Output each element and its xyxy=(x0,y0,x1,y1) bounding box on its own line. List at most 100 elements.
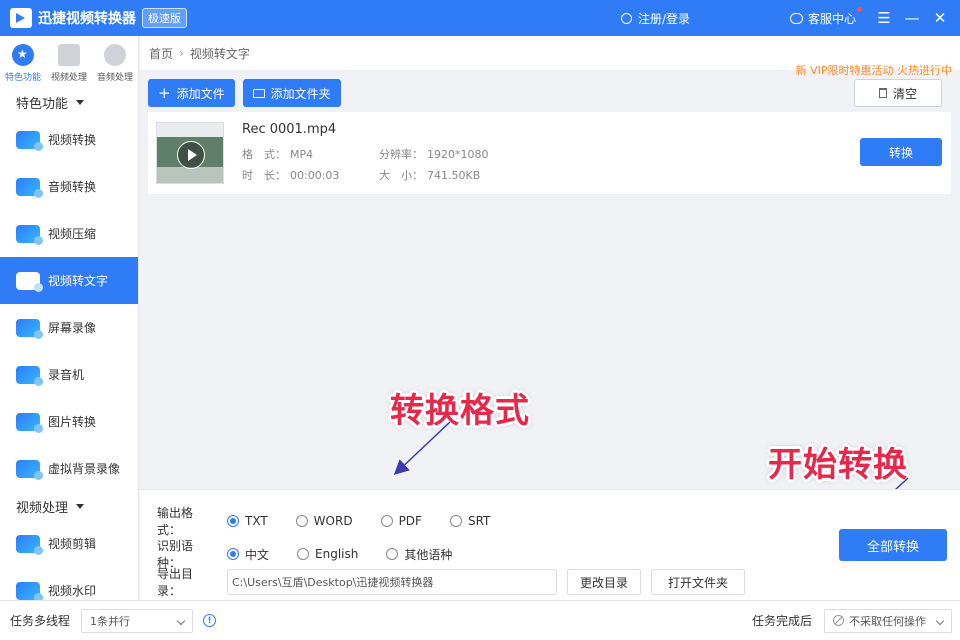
video-watermark-icon xyxy=(16,581,43,600)
radio-label: 其他语种 xyxy=(404,547,453,562)
menu-icon[interactable]: ☰ xyxy=(872,6,896,30)
open-folder-button[interactable]: 打开文件夹 xyxy=(651,569,746,595)
convert-all-button[interactable]: 全部转换 xyxy=(839,529,947,561)
nav-label: 视频剪辑 xyxy=(48,537,97,551)
radio-label: WORD xyxy=(313,514,353,528)
service-center-button[interactable]: 客服中心 xyxy=(789,6,862,27)
video-compress-icon xyxy=(16,224,43,245)
convert-button[interactable]: 转换 xyxy=(860,138,942,166)
size-value: 741.50KB xyxy=(427,169,481,182)
annotation-convert-format: 转换格式 xyxy=(390,391,530,431)
video-to-text-icon xyxy=(16,271,43,292)
folder-icon xyxy=(252,88,265,98)
disc-icon xyxy=(104,44,126,66)
nav-item-recorder[interactable]: 录音机 xyxy=(0,351,138,398)
file-format: 格 式： MP4 xyxy=(242,146,313,162)
edition-badge: 极速版 xyxy=(142,8,187,28)
trash-icon xyxy=(878,88,887,98)
chevron-down-icon xyxy=(176,616,186,625)
nav-item-virtual-bg[interactable]: 虚拟背景录像 xyxy=(0,445,138,492)
play-icon[interactable] xyxy=(177,141,205,169)
section-video-processing[interactable]: 视频处理 xyxy=(0,492,138,520)
threads-label: 任务多线程 xyxy=(10,614,71,628)
export-dir-field[interactable]: C:\Users\互盾\Desktop\迅捷视频转换器 xyxy=(227,569,557,595)
tab-video-label: 视频处理 xyxy=(50,73,87,83)
nav-item-audio-convert[interactable]: 音频转换 xyxy=(0,163,138,210)
add-folder-label: 添加文件夹 xyxy=(270,86,331,101)
change-dir-button[interactable]: 更改目录 xyxy=(567,569,642,595)
language-radio-chinese[interactable]: 中文 xyxy=(227,546,269,563)
threads-value: 1条并行 xyxy=(90,614,131,628)
info-icon[interactable]: ! xyxy=(203,614,217,627)
film-icon xyxy=(58,44,80,66)
nav-label: 视频转文字 xyxy=(48,274,109,288)
close-icon[interactable]: ✕ xyxy=(928,6,952,30)
format-value: MP4 xyxy=(290,148,314,161)
file-resolution: 分辨率： 1920*1080 xyxy=(379,146,489,162)
virtual-bg-icon xyxy=(16,459,43,480)
radio-icon xyxy=(449,515,462,527)
caret-down-icon xyxy=(76,99,85,105)
resolution-value: 1920*1080 xyxy=(427,148,489,161)
duration-value: 00:00:03 xyxy=(290,169,340,182)
nav-item-image-convert[interactable]: 图片转换 xyxy=(0,398,138,445)
nav-item-video-watermark[interactable]: 视频水印 xyxy=(0,567,138,600)
add-folder-button[interactable]: 添加文件夹 xyxy=(242,79,341,107)
breadcrumb-current: 视频转文字 xyxy=(189,46,250,61)
login-button[interactable]: 注册/登录 xyxy=(620,10,690,27)
file-size: 大 小： 741.50KB xyxy=(379,167,480,183)
login-label: 注册/登录 xyxy=(637,11,690,26)
breadcrumb-home[interactable]: 首页 xyxy=(149,45,173,62)
tab-featured[interactable]: 特色功能 xyxy=(0,44,46,88)
app-logo-icon xyxy=(10,8,32,28)
section-featured[interactable]: 特色功能 xyxy=(0,88,138,116)
threads-select[interactable]: 1条并行 xyxy=(81,608,194,633)
nav-item-video-to-text[interactable]: 视频转文字 xyxy=(0,257,138,304)
after-task-select[interactable]: 不采取任何操作 xyxy=(824,608,952,633)
nav-item-video-compress[interactable]: 视频压缩 xyxy=(0,210,138,257)
plus-icon: + xyxy=(158,84,171,102)
nav-item-video-convert[interactable]: 视频转换 xyxy=(0,116,138,163)
video-thumbnail[interactable] xyxy=(156,122,224,184)
category-tabs: 特色功能 视频处理 音频处理 xyxy=(0,36,138,88)
export-dir-row: 导出目录： C:\Users\互盾\Desktop\迅捷视频转换器 更改目录 打… xyxy=(157,565,746,599)
section-featured-label: 特色功能 xyxy=(16,96,69,112)
minimize-icon[interactable]: — xyxy=(900,6,924,30)
language-radio-english[interactable]: English xyxy=(297,547,358,561)
radio-icon xyxy=(227,548,239,560)
video-edit-icon xyxy=(16,534,43,555)
title-bar: 迅捷视频转换器 极速版 注册/登录 客服中心 ☰ — ✕ xyxy=(0,0,960,36)
add-file-button[interactable]: + 添加文件 xyxy=(148,79,235,107)
nav-label: 虚拟背景录像 xyxy=(48,462,121,476)
promo-banner[interactable]: 新 VIP限时特惠活动 火热进行中 xyxy=(796,62,952,78)
after-task-label: 任务完成后 xyxy=(751,614,812,628)
nav-label: 音频转换 xyxy=(48,180,97,194)
chevron-down-icon xyxy=(935,616,945,625)
format-radio-word[interactable]: WORD xyxy=(295,514,353,528)
radio-icon xyxy=(295,515,308,527)
tab-audio-processing[interactable]: 音频处理 xyxy=(92,44,138,88)
tab-video-processing[interactable]: 视频处理 xyxy=(46,44,92,88)
service-label: 客服中心 xyxy=(807,11,856,26)
annotation-start-convert: 开始转换 xyxy=(768,445,908,485)
screen-record-icon xyxy=(16,318,43,339)
audio-convert-icon xyxy=(16,177,43,198)
nav-item-video-edit[interactable]: 视频剪辑 xyxy=(0,520,138,567)
section-video-label: 视频处理 xyxy=(16,500,69,516)
clear-label: 清空 xyxy=(892,86,917,101)
format-radio-srt[interactable]: SRT xyxy=(449,514,490,528)
chat-icon xyxy=(789,12,803,24)
left-nav: 特色功能 视频处理 音频处理 特色功能 视频转换 音频转换 视频压缩 视频转文字… xyxy=(0,36,139,600)
language-radio-other[interactable]: 其他语种 xyxy=(386,546,452,563)
user-icon xyxy=(620,12,632,24)
format-radio-txt[interactable]: TXT xyxy=(227,514,268,528)
notification-dot xyxy=(857,6,862,12)
nav-item-screen-record[interactable]: 屏幕录像 xyxy=(0,304,138,351)
app-title: 迅捷视频转换器 xyxy=(38,11,136,27)
star-icon xyxy=(12,44,34,66)
nav-label: 视频转换 xyxy=(48,133,97,147)
format-radio-pdf[interactable]: PDF xyxy=(380,514,422,528)
after-task-value: 不采取任何操作 xyxy=(849,614,926,628)
clear-button[interactable]: 清空 xyxy=(854,79,942,107)
video-convert-icon xyxy=(16,130,43,151)
